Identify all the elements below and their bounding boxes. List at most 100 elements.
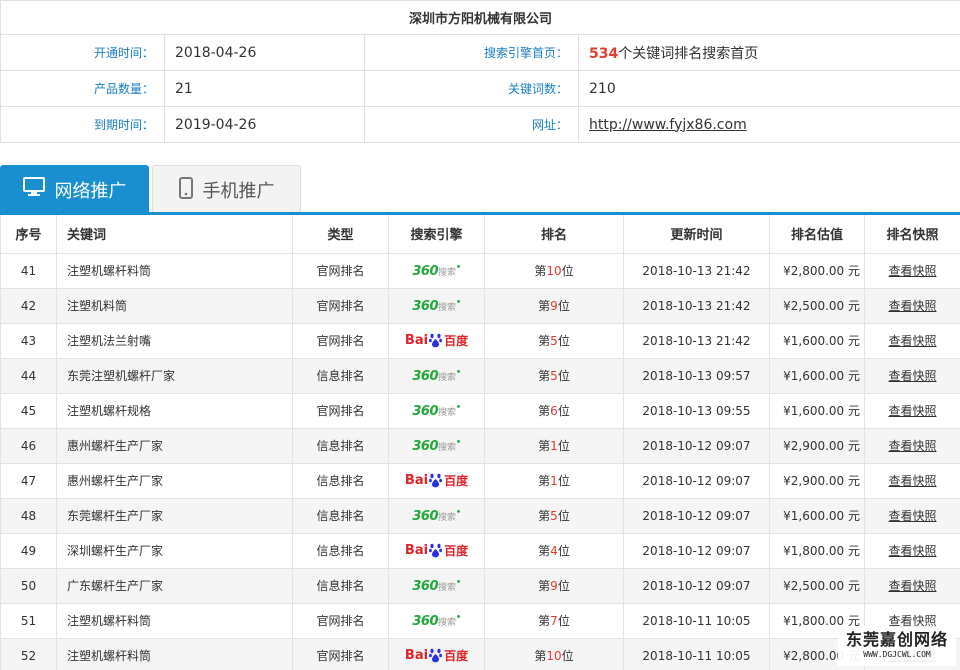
cell-type: 官网排名 — [292, 392, 389, 429]
logo-baidu-icon: Bai 百度 — [404, 333, 469, 348]
cell-update-time: 2018-10-12 09:07 — [623, 532, 770, 569]
col-header-update-time: 更新时间 — [623, 215, 770, 254]
rank-number: 5 — [550, 334, 558, 348]
cell-keyword: 注塑机螺杆料筒 — [56, 602, 293, 639]
table-row: 45 注塑机螺杆规格 官网排名 360搜索• 第6位 2018-10-13 09:55 ¥1… — [0, 392, 960, 429]
table-row: 48 东莞螺杆生产厂家 信息排名 360搜索• 第5位 2018-10-12 09:07 ¥… — [0, 497, 960, 534]
cell-rank: 第5位 — [484, 322, 624, 359]
view-snapshot-link[interactable]: 查看快照 — [888, 509, 936, 523]
tab-web-promotion-label: 网络推广 — [54, 180, 127, 202]
tab-mobile-promotion[interactable]: 手机推广 — [152, 165, 301, 214]
cell-update-time: 2018-10-12 09:07 — [623, 462, 770, 499]
open-time-value: 2018-04-26 — [164, 34, 365, 71]
cell-keyword: 惠州螺杆生产厂家 — [56, 462, 293, 499]
cell-keyword: 深圳螺杆生产厂家 — [56, 532, 293, 569]
cell-rank-value: ¥1,800.00 元 — [769, 532, 865, 569]
cell-type: 信息排名 — [292, 357, 389, 394]
cell-no: 42 — [0, 287, 57, 324]
view-snapshot-link[interactable]: 查看快照 — [888, 579, 936, 593]
cell-type: 官网排名 — [292, 637, 389, 670]
cell-rank: 第9位 — [484, 287, 624, 324]
view-snapshot-link[interactable]: 查看快照 — [888, 264, 936, 278]
cell-rank: 第10位 — [484, 637, 624, 670]
cell-rank-value: ¥2,900.00 元 — [769, 427, 865, 464]
cell-rank-value: ¥1,600.00 元 — [769, 322, 865, 359]
url-cell: http://www.fyjx86.com — [577, 106, 960, 143]
cell-type: 官网排名 — [292, 602, 389, 639]
cell-rank: 第1位 — [484, 462, 624, 499]
cell-no: 45 — [0, 392, 57, 429]
cell-keyword: 注塑机螺杆料筒 — [56, 252, 293, 289]
col-header-rank: 排名 — [484, 215, 624, 254]
cell-snapshot: 查看快照 — [864, 252, 960, 289]
cell-rank-value: ¥2,500.00 元 — [769, 567, 865, 604]
cell-update-time: 2018-10-13 21:42 — [623, 252, 770, 289]
cell-rank: 第1位 — [484, 427, 624, 464]
cell-no: 44 — [0, 357, 57, 394]
rank-number: 10 — [546, 649, 562, 663]
cell-snapshot: 查看快照 — [864, 532, 960, 569]
cell-rank: 第6位 — [484, 392, 624, 429]
cell-engine: 360搜索• — [388, 497, 485, 534]
desktop-icon — [22, 177, 45, 202]
open-time-label: 开通时间： — [0, 34, 165, 71]
view-snapshot-link[interactable]: 查看快照 — [888, 404, 936, 418]
cell-type: 官网排名 — [292, 252, 389, 289]
cell-engine: 360搜索• — [388, 357, 485, 394]
col-header-snapshot: 排名快照 — [864, 215, 960, 254]
rank-number: 5 — [550, 509, 558, 523]
view-snapshot-link[interactable]: 查看快照 — [888, 334, 936, 348]
rank-number: 7 — [550, 614, 558, 628]
watermark-cn: 东莞嘉创网络 — [845, 630, 948, 649]
cell-keyword: 注塑机螺杆规格 — [56, 392, 293, 429]
view-snapshot-link[interactable]: 查看快照 — [888, 369, 936, 383]
cell-type: 信息排名 — [292, 532, 389, 569]
logo-360-search-icon: 360搜索• — [412, 262, 461, 279]
cell-engine: Bai 百度 — [388, 637, 485, 670]
table-row: 42 注塑机料筒 官网排名 360搜索• 第9位 2018-10-13 21:42 ¥2,5… — [0, 287, 960, 324]
cell-no: 51 — [0, 602, 57, 639]
table-row: 49 深圳螺杆生产厂家 信息排名 Bai 百度 第4位 2018-10-12 09:07 ¥1… — [0, 532, 960, 569]
rank-number: 1 — [550, 474, 558, 488]
table-row: 50 广东螺杆生产厂家 信息排名 360搜索• 第9位 2018-10-12 09:07 ¥… — [0, 567, 960, 604]
cell-rank-value: ¥2,800.00 元 — [769, 252, 865, 289]
cell-type: 信息排名 — [292, 427, 389, 464]
engine-home-label: 搜索引擎首页： — [364, 34, 579, 71]
cell-no: 43 — [0, 322, 57, 359]
logo-baidu-icon: Bai 百度 — [404, 543, 469, 558]
cell-rank: 第10位 — [484, 252, 624, 289]
cell-rank-value: ¥1,600.00 元 — [769, 497, 865, 534]
company-info-table: 深圳市方阳机械有限公司 开通时间： 2018-04-26 搜索引擎首页： 534… — [0, 0, 960, 143]
cell-keyword: 注塑机料筒 — [56, 287, 293, 324]
rank-number: 9 — [550, 299, 558, 313]
table-row: 47 惠州螺杆生产厂家 信息排名 Bai 百度 第1位 2018-10-12 09:07 ¥2… — [0, 462, 960, 499]
view-snapshot-link[interactable]: 查看快照 — [888, 474, 936, 488]
mobile-icon — [178, 176, 193, 204]
table-row: 43 注塑机法兰射嘴 官网排名 Bai 百度 第5位 2018-10-13 21:42 ¥1,… — [0, 322, 960, 359]
cell-engine: 360搜索• — [388, 602, 485, 639]
cell-no: 47 — [0, 462, 57, 499]
expire-time-value: 2019-04-26 — [164, 106, 365, 143]
cell-no: 48 — [0, 497, 57, 534]
cell-keyword: 注塑机螺杆料筒 — [56, 637, 293, 670]
view-snapshot-link[interactable]: 查看快照 — [888, 439, 936, 453]
keyword-count-value: 210 — [577, 70, 960, 107]
table-row: 46 惠州螺杆生产厂家 信息排名 360搜索• 第1位 2018-10-12 09:07 ¥… — [0, 427, 960, 464]
cell-type: 官网排名 — [292, 287, 389, 324]
col-header-rank-value: 排名估值 — [769, 215, 865, 254]
table-row: 41 注塑机螺杆料筒 官网排名 360搜索• 第10位 2018-10-13 21:42 ¥… — [0, 252, 960, 289]
website-link[interactable]: http://www.fyjx86.com — [589, 117, 747, 133]
logo-360-search-icon: 360搜索• — [412, 612, 461, 629]
view-snapshot-link[interactable]: 查看快照 — [888, 299, 936, 313]
cell-rank: 第5位 — [484, 357, 624, 394]
cell-rank: 第4位 — [484, 532, 624, 569]
view-snapshot-link[interactable]: 查看快照 — [888, 544, 936, 558]
keyword-count-label: 关键词数： — [364, 70, 579, 107]
col-header-engine: 搜索引擎 — [388, 215, 485, 254]
table-row: 52 注塑机螺杆料筒 官网排名 Bai 百度 第10位 2018-10-11 10:05 ¥2… — [0, 637, 960, 670]
keyword-ranking-table: 序号 关键词 类型 搜索引擎 排名 更新时间 排名估值 排名快照 41 注塑机螺杆… — [0, 215, 960, 670]
cell-keyword: 广东螺杆生产厂家 — [56, 567, 293, 604]
tab-web-promotion[interactable]: 网络推广 — [0, 165, 149, 214]
cell-rank: 第5位 — [484, 497, 624, 534]
cell-update-time: 2018-10-13 21:42 — [623, 287, 770, 324]
